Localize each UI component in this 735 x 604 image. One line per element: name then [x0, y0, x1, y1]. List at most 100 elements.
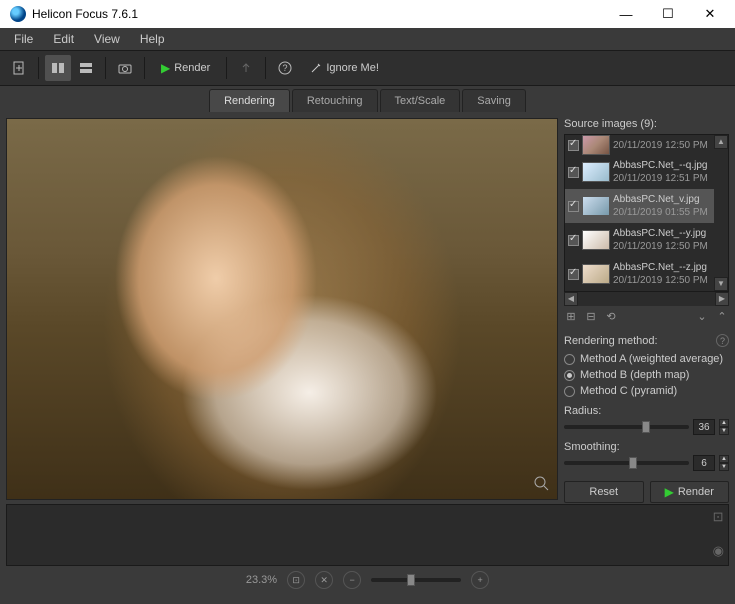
zoom-percent: 23.3%: [246, 574, 277, 586]
checkbox[interactable]: [568, 269, 579, 280]
scroll-down-button[interactable]: ▼: [714, 277, 728, 291]
footer: 23.3% ⊡ ✕ − +: [0, 566, 735, 594]
thumbnail: [582, 196, 610, 216]
list-item[interactable]: AbbasPC.Net_v.jpg 20/11/2019 01:55 PM: [565, 189, 714, 223]
layout-single-icon: [51, 61, 65, 75]
layout-split-icon: [79, 61, 93, 75]
method-a-label: Method A (weighted average): [580, 353, 723, 365]
method-c-label: Method C (pyramid): [580, 385, 677, 397]
checkbox[interactable]: [568, 167, 579, 178]
upload-icon: [239, 61, 253, 75]
preview-image: [7, 119, 557, 499]
list-item[interactable]: AbbasPC.Net_--z.jpg 20/11/2019 12:50 PM: [565, 257, 714, 291]
checkbox[interactable]: [568, 201, 579, 212]
radius-down-button[interactable]: ▼: [719, 427, 729, 435]
window-title: Helicon Focus 7.6.1: [32, 7, 605, 21]
item-name: AbbasPC.Net_--z.jpg: [613, 261, 711, 274]
chevron-down-icon[interactable]: ⌄: [695, 310, 709, 324]
item-name: AbbasPC.Net_--q.jpg: [613, 159, 711, 172]
help-icon: ?: [278, 61, 292, 75]
menu-help[interactable]: Help: [130, 29, 175, 49]
menu-edit[interactable]: Edit: [43, 29, 84, 49]
radius-label: Radius:: [564, 405, 729, 417]
item-name: AbbasPC.Net_v.jpg: [613, 193, 711, 206]
reset-button[interactable]: Reset: [564, 481, 644, 503]
list-item[interactable]: 20/11/2019 12:50 PM: [565, 135, 714, 155]
remove-image-icon[interactable]: ⊟: [584, 310, 598, 324]
refresh-icon[interactable]: ⟲: [604, 310, 618, 324]
minimize-button[interactable]: —: [605, 0, 647, 28]
thumbnail: [582, 230, 610, 250]
method-b-label: Method B (depth map): [580, 369, 689, 381]
list-item[interactable]: AbbasPC.Net_--y.jpg 20/11/2019 12:50 PM: [565, 223, 714, 257]
collapse-icon[interactable]: ⊡: [713, 509, 724, 525]
main-area: Source images (9): 20/11/2019 12:50 PM A…: [0, 112, 735, 500]
ignore-label: Ignore Me!: [326, 62, 379, 74]
smoothing-value[interactable]: 6: [693, 455, 715, 471]
menubar: File Edit View Help: [0, 28, 735, 50]
play-icon: ▶: [665, 485, 674, 499]
side-render-button[interactable]: ▶Render: [650, 481, 730, 503]
upload-button[interactable]: [233, 55, 259, 81]
method-b-radio[interactable]: Method B (depth map): [564, 369, 729, 381]
tab-retouching[interactable]: Retouching: [292, 89, 378, 112]
tab-textscale[interactable]: Text/Scale: [380, 89, 461, 112]
scroll-up-button[interactable]: ▲: [714, 135, 728, 149]
app-icon: [10, 6, 26, 22]
close-button[interactable]: ✕: [689, 0, 731, 28]
view-toggle-icon[interactable]: ◉: [713, 543, 724, 559]
zoom-out-button[interactable]: −: [343, 571, 361, 589]
item-date: 20/11/2019 12:51 PM: [613, 172, 711, 185]
scroll-right-button[interactable]: ▶: [715, 292, 729, 306]
method-c-radio[interactable]: Method C (pyramid): [564, 385, 729, 397]
toolbar-render-button[interactable]: ▶ Render: [151, 55, 220, 81]
item-date: 20/11/2019 01:55 PM: [613, 206, 711, 219]
thumbnail: [582, 162, 610, 182]
thumbnail: [582, 135, 610, 155]
scrollbar-horizontal[interactable]: ◀ ▶: [564, 292, 729, 306]
smoothing-down-button[interactable]: ▼: [719, 463, 729, 471]
fit-button[interactable]: ⊡: [287, 571, 305, 589]
filmstrip[interactable]: ⊡ ◉: [6, 504, 729, 566]
method-a-radio[interactable]: Method A (weighted average): [564, 353, 729, 365]
method-help-icon[interactable]: ?: [716, 334, 729, 347]
smoothing-label: Smoothing:: [564, 441, 729, 453]
add-image-icon[interactable]: ⊞: [564, 310, 578, 324]
tab-rendering[interactable]: Rendering: [209, 89, 290, 112]
smoothing-up-button[interactable]: ▲: [719, 455, 729, 463]
list-item[interactable]: AbbasPC.Net_--q.jpg 20/11/2019 12:51 PM: [565, 155, 714, 189]
radius-slider[interactable]: [564, 425, 689, 429]
tabs-row: Rendering Retouching Text/Scale Saving: [0, 86, 735, 112]
new-doc-button[interactable]: [6, 55, 32, 81]
camera-button[interactable]: [112, 55, 138, 81]
play-icon: ▶: [161, 61, 170, 75]
checkbox[interactable]: [568, 235, 579, 246]
magnifier-icon[interactable]: [533, 475, 551, 493]
svg-text:?: ?: [283, 63, 288, 73]
radius-up-button[interactable]: ▲: [719, 419, 729, 427]
layout-split-button[interactable]: [73, 55, 99, 81]
menu-view[interactable]: View: [84, 29, 130, 49]
scrollbar-vertical[interactable]: ▲ ▼: [714, 135, 728, 291]
help-button[interactable]: ?: [272, 55, 298, 81]
smoothing-slider[interactable]: [564, 461, 689, 465]
radius-value[interactable]: 36: [693, 419, 715, 435]
maximize-button[interactable]: ☐: [647, 0, 689, 28]
menu-file[interactable]: File: [4, 29, 43, 49]
scroll-left-button[interactable]: ◀: [564, 292, 578, 306]
layout-single-button[interactable]: [45, 55, 71, 81]
source-images-label: Source images (9):: [564, 118, 729, 130]
zoom-in-button[interactable]: +: [471, 571, 489, 589]
actual-size-button[interactable]: ✕: [315, 571, 333, 589]
preview-pane[interactable]: [6, 118, 558, 500]
document-icon: [12, 61, 26, 75]
chevron-up-icon[interactable]: ⌃: [715, 310, 729, 324]
tab-saving[interactable]: Saving: [462, 89, 526, 112]
zoom-slider[interactable]: [371, 578, 461, 582]
camera-icon: [118, 61, 132, 75]
side-panel: Source images (9): 20/11/2019 12:50 PM A…: [564, 118, 729, 500]
radio-icon: [564, 370, 575, 381]
item-date: 20/11/2019 12:50 PM: [613, 139, 711, 152]
ignore-button[interactable]: Ignore Me!: [300, 55, 389, 81]
checkbox[interactable]: [568, 140, 579, 151]
